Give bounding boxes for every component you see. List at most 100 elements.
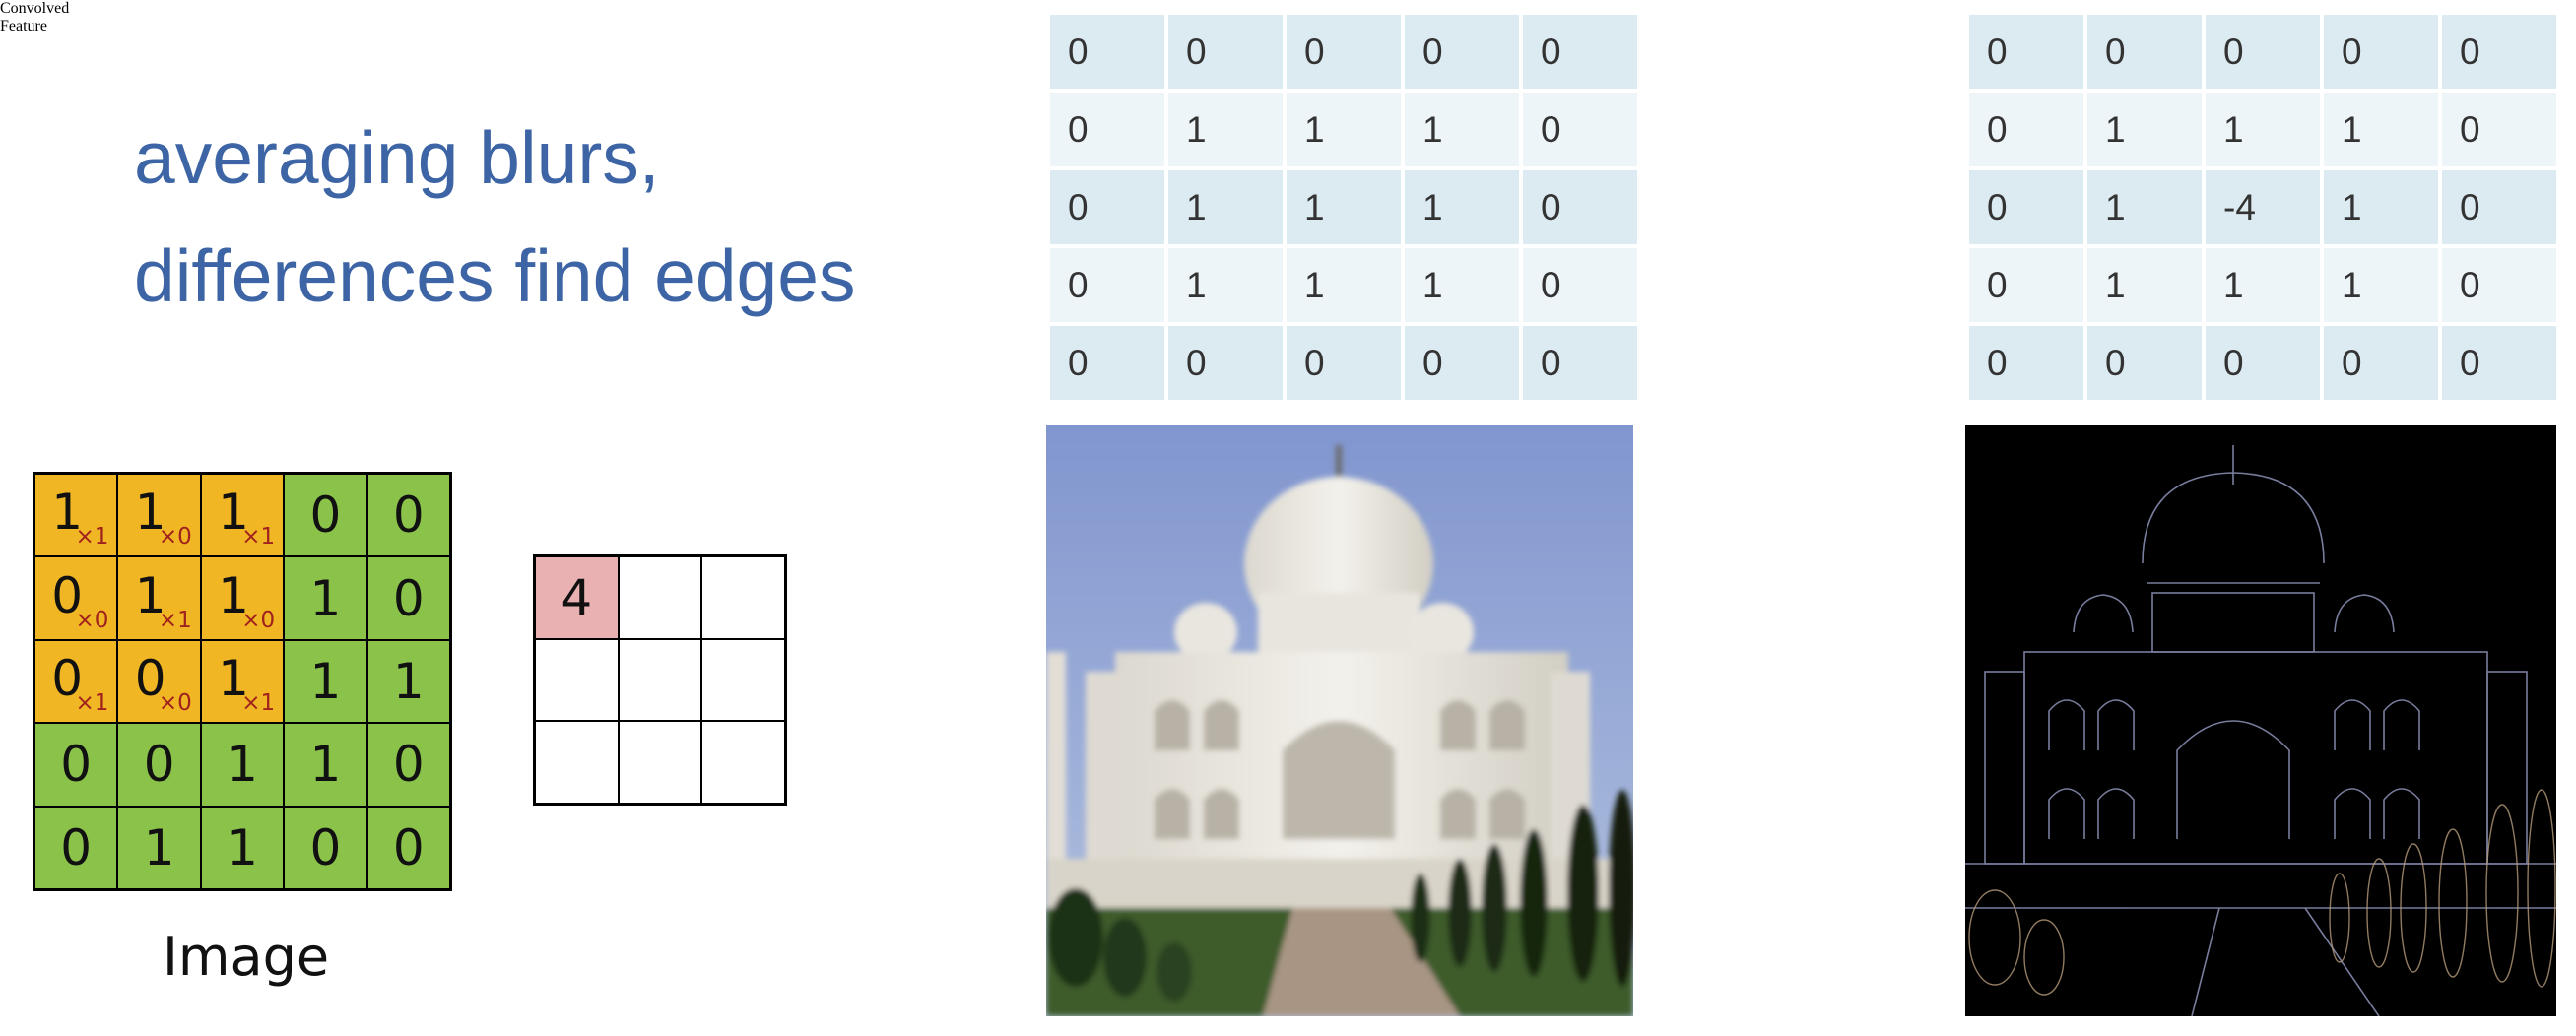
kernel-weight: ×1 [241, 690, 276, 717]
pixel-value: 1 [227, 736, 258, 794]
edge-kernel-cell: 0 [2442, 326, 2556, 400]
edge-kernel-cell: 0 [2087, 15, 2202, 89]
kernel-weight: ×0 [75, 607, 109, 633]
edge-kernel-cell: 1 [2324, 93, 2438, 166]
kernel-weight: ×0 [158, 690, 192, 717]
image-cell: 0 [366, 723, 450, 807]
convolved-cell-empty [701, 638, 785, 722]
edge-kernel-row: 01110 [1969, 248, 2556, 322]
kernel-weight: ×0 [158, 524, 192, 550]
averaging-kernel-cell: 0 [1405, 15, 1519, 89]
kernel-weight: ×1 [75, 524, 109, 550]
averaging-kernel-cell: 1 [1287, 93, 1401, 166]
image-cell: 1 [200, 806, 285, 889]
edge-kernel-cell: 1 [2206, 248, 2320, 322]
kernel-weight: ×0 [241, 607, 276, 633]
edge-kernel-cell: 0 [2324, 326, 2438, 400]
pixel-value: 1 [143, 818, 175, 876]
edge-kernel-cell: 1 [2324, 170, 2438, 244]
convolved-cell-empty [618, 556, 702, 639]
edge-kernel-cell: 1 [2324, 248, 2438, 322]
averaging-kernel-cell: 0 [1050, 326, 1164, 400]
pixel-value: 1 [392, 652, 425, 710]
averaging-kernel-cell: 0 [1523, 170, 1637, 244]
edge-kernel-row: 00000 [1969, 15, 2556, 89]
pixel-value: 0 [309, 818, 342, 876]
averaging-kernel-cell: 0 [1050, 93, 1164, 166]
image-cell: 1 [284, 556, 367, 640]
image-cell: 1 [200, 723, 285, 807]
convolved-cell-filled: 4 [535, 556, 619, 639]
pixel-value: 0 [392, 569, 425, 627]
pixel-value: 1 [227, 818, 258, 876]
convolved-feature-grid: 4 [533, 554, 787, 806]
edge-kernel-cell: 1 [2087, 248, 2202, 322]
image-cell-in-window: 0 ×0 [34, 556, 118, 640]
convolved-cell-empty [535, 638, 619, 722]
kernel-weight: ×1 [75, 690, 109, 717]
image-cell: 0 [366, 556, 450, 640]
edge-kernel-row: 01110 [1969, 93, 2556, 166]
edge-kernel-cell: 1 [2087, 93, 2202, 166]
averaging-kernel-matrix: 0000001110011100111000000 [1046, 11, 1641, 404]
edge-kernel-cell: 0 [2442, 15, 2556, 89]
pixel-value: 0 [143, 736, 175, 794]
edge-kernel-cell: 0 [2206, 15, 2320, 89]
averaging-kernel-cell: 0 [1405, 326, 1519, 400]
averaging-kernel-cell: 1 [1405, 248, 1519, 322]
averaging-kernel-cell: 0 [1523, 15, 1637, 89]
edge-kernel-cell: 0 [2206, 326, 2320, 400]
averaging-kernel-cell: 1 [1405, 170, 1519, 244]
image-cell: 1 [284, 723, 367, 807]
image-cell-in-window: 1 ×1 [34, 474, 118, 557]
image-cell-in-window: 1 ×0 [200, 556, 285, 640]
image-cell: 0 [284, 806, 367, 889]
image-cell: 0 [34, 723, 118, 807]
kernel-weight: ×1 [158, 607, 192, 633]
edge-kernel-row: 00000 [1969, 326, 2556, 400]
input-image-grid: 1 ×1 1 ×0 1 ×1 0 0 0 ×0 1 ×1 1 ×0 1 0 0 ×1 0 ×0 1 ×1 1 1 0 0 1 1 0 0 1… [33, 472, 452, 891]
edge-kernel-cell: 1 [2087, 170, 2202, 244]
edge-kernel-cell: 0 [1969, 15, 2083, 89]
pixel-value: 1 [309, 652, 342, 710]
image-caption: Image [163, 926, 330, 988]
convolved-cell-empty [535, 721, 619, 804]
averaging-kernel-cell: 1 [1287, 170, 1401, 244]
headline-line-2: differences find edges [134, 234, 856, 317]
image-cell: 1 [366, 639, 450, 724]
image-cell: 0 [34, 806, 118, 889]
image-cell-in-window: 1 ×1 [200, 639, 285, 724]
averaging-kernel-cell: 0 [1168, 15, 1283, 89]
averaging-kernel-cell: 1 [1405, 93, 1519, 166]
edge-kernel-cell: 0 [2087, 326, 2202, 400]
averaging-kernel-cell: 0 [1168, 326, 1283, 400]
averaging-kernel-cell: 0 [1050, 170, 1164, 244]
averaging-kernel-cell: 1 [1168, 170, 1283, 244]
pixel-value: 1 [309, 736, 342, 794]
image-cell-in-window: 1 ×1 [117, 556, 201, 640]
image-cell: 0 [366, 474, 450, 557]
edge-detected-taj-mahal-photo [1965, 425, 2556, 1016]
slide-headline: averaging blurs, differences find edges [134, 98, 855, 335]
convolved-cell-empty [618, 721, 702, 804]
averaging-kernel-cell: 1 [1287, 248, 1401, 322]
kernel-weight: ×1 [241, 524, 276, 550]
image-cell: 1 [117, 806, 201, 889]
convolved-cell-empty [701, 556, 785, 639]
pixel-value: 0 [60, 818, 93, 876]
image-cell: 0 [366, 806, 450, 889]
edge-kernel-row: 0 1 -4 1 0 [1969, 170, 2556, 244]
edge-kernel-cell: 0 [2442, 170, 2556, 244]
image-cell-in-window: 1 ×1 [200, 474, 285, 557]
averaging-kernel-cell: 0 [1523, 93, 1637, 166]
averaging-kernel-row: 00000 [1050, 326, 1637, 400]
averaging-kernel-cell: 1 [1168, 248, 1283, 322]
image-cell-in-window: 0 ×0 [117, 639, 201, 724]
edge-kernel-cell: 0 [1969, 326, 2083, 400]
averaging-kernel-cell: 0 [1523, 326, 1637, 400]
image-cell-in-window: 1 ×0 [117, 474, 201, 557]
pixel-value: 0 [392, 486, 425, 545]
edge-kernel-cell: 0 [2324, 15, 2438, 89]
edge-kernel-cell: -4 [2206, 170, 2320, 244]
image-cell: 0 [284, 474, 367, 557]
